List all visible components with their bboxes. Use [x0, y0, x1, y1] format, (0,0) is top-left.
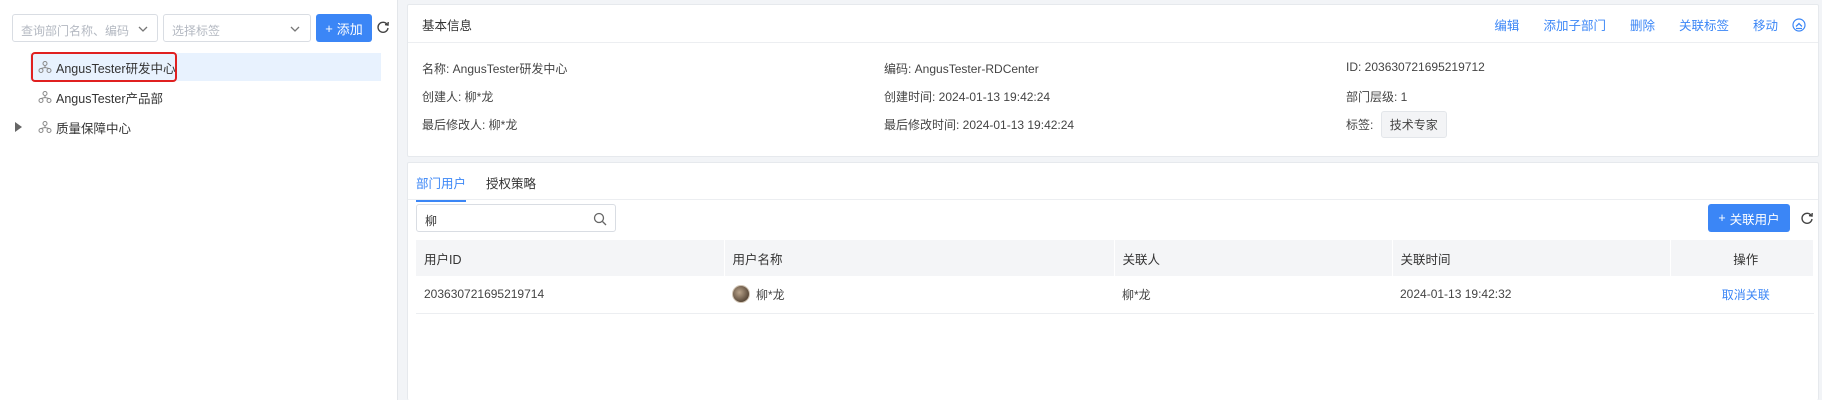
link-tag-button[interactable]: 关联标签 [1679, 15, 1729, 34]
tab-auth-policy[interactable]: 授权策略 [486, 173, 536, 202]
tree-node-label: 质量保障中心 [56, 121, 132, 136]
column-linker: 关联人 [1114, 240, 1393, 276]
refresh-icon[interactable] [1800, 211, 1814, 225]
unlink-button[interactable]: 取消关联 [1670, 276, 1814, 314]
department-icon [38, 121, 52, 133]
dept-name: 名称: AngusTester研发中心 [422, 62, 568, 76]
dept-level: 部门层级: 1 [1346, 90, 1408, 104]
table-row: 203630721695219714 柳*龙 柳*龙 2024-01-13 19… [416, 276, 1814, 314]
department-users-card: 部门用户 授权策略 柳 + 关联用户 用户ID 用户名称 关联人 关联时间 操作… [407, 162, 1819, 400]
table-header-row: 用户ID 用户名称 关联人 关联时间 操作 [416, 240, 1814, 276]
chevron-down-icon [290, 26, 300, 32]
tree-node-qa-center[interactable]: 质量保障中心 [30, 113, 131, 141]
dept-modified-time: 最后修改时间: 2024-01-13 19:42:24 [884, 118, 1075, 132]
dept-creator: 创建人: 柳*龙 [422, 90, 494, 104]
user-name: 柳*龙 [756, 287, 785, 302]
divider [408, 42, 1818, 43]
basic-info-title: 基本信息 [422, 19, 473, 33]
link-user-button[interactable]: + 关联用户 [1708, 204, 1790, 232]
cell-user-name: 柳*龙 [724, 276, 1114, 314]
delete-button[interactable]: 删除 [1630, 15, 1655, 34]
cell-linker: 柳*龙 [1114, 276, 1392, 314]
tag-label: 标签: [1346, 118, 1374, 132]
dept-created-time: 创建时间: 2024-01-13 19:42:24 [884, 90, 1051, 104]
search-placeholder: 查询部门名称、编码 [21, 24, 130, 38]
tabs: 部门用户 授权策略 [416, 173, 556, 202]
tab-department-users[interactable]: 部门用户 [416, 173, 467, 202]
move-button[interactable]: 移动 [1753, 15, 1778, 34]
plus-icon: + [325, 20, 333, 36]
dept-code: 编码: AngusTester-RDCenter [884, 62, 1039, 76]
plus-icon: + [1718, 211, 1726, 225]
caret-right-icon[interactable] [14, 121, 24, 133]
avatar [732, 285, 750, 304]
link-user-label: 关联用户 [1729, 212, 1780, 227]
collapse-icon[interactable] [1792, 17, 1806, 32]
info-actions: 编辑 添加子部门 删除 关联标签 移动 [1470, 15, 1806, 34]
department-search-input[interactable]: 查询部门名称、编码 [12, 14, 158, 42]
department-tree-panel: 查询部门名称、编码 选择标签 + 添加 AngusTester研发中心 Angu… [0, 0, 398, 400]
dept-modifier: 最后修改人: 柳*龙 [422, 118, 518, 132]
add-button-label: 添加 [336, 21, 363, 37]
basic-info-card: 基本信息 编辑 添加子部门 删除 关联标签 移动 名称: AngusTester… [407, 4, 1819, 157]
selection-highlight-frame [31, 52, 177, 82]
edit-button[interactable]: 编辑 [1494, 15, 1519, 34]
search-icon[interactable] [593, 212, 607, 226]
column-actions: 操作 [1670, 240, 1814, 276]
add-department-button[interactable]: + 添加 [316, 14, 372, 42]
add-sub-department-button[interactable]: 添加子部门 [1543, 15, 1606, 34]
dept-id: ID: 203630721695219712 [1346, 60, 1485, 74]
tag-pill: 技术专家 [1380, 111, 1447, 138]
cell-link-time: 2024-01-13 19:42:32 [1392, 276, 1670, 314]
tag-select[interactable]: 选择标签 [163, 14, 311, 42]
column-link-time: 关联时间 [1392, 240, 1671, 276]
column-user-id: 用户ID [416, 240, 725, 276]
column-user-name: 用户名称 [724, 240, 1115, 276]
tree-node-product-dept[interactable]: AngusTester产品部 [30, 83, 163, 111]
dept-tags: 标签: 技术专家 [1346, 111, 1447, 138]
tree-node-label: AngusTester产品部 [56, 91, 163, 106]
cell-user-id: 203630721695219714 [416, 276, 724, 314]
department-icon [38, 91, 52, 103]
tab-divider [408, 199, 1818, 200]
chevron-down-icon [138, 26, 148, 32]
users-table: 用户ID 用户名称 关联人 关联时间 操作 203630721695219714… [416, 240, 1814, 314]
tag-select-placeholder: 选择标签 [172, 24, 221, 38]
refresh-icon[interactable] [376, 20, 390, 34]
user-search-value: 柳 [425, 214, 438, 228]
user-search-input[interactable]: 柳 [416, 204, 616, 232]
